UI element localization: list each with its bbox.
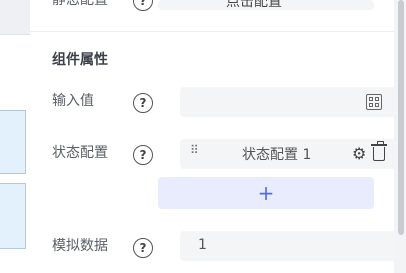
input-value-row: 输入值 ? [52,87,396,117]
state-config-row: 状态配置 ? ⠿ 状态配置 1 ⚙ [52,139,396,169]
mock-data-value: 1 [198,237,207,253]
static-config-label: 静态配置 [52,0,108,8]
state-config-item[interactable]: ⠿ 状态配置 1 ⚙ [180,139,396,169]
input-value-label: 输入值 [52,93,94,109]
canvas-component-block[interactable] [0,110,26,174]
canvas-component-block[interactable] [0,183,26,249]
drag-handle-icon[interactable]: ⠿ [190,144,200,156]
trash-icon[interactable] [371,141,387,161]
static-config-value: 点击配置 [226,0,282,10]
state-config-item-label: 状态配置 1 [242,147,312,163]
property-panel: 静态配置 ? 点击配置 组件属性 输入值 ? 状态配置 ? ⠿ 状态配置 1 ⚙… [30,0,396,273]
static-config-field[interactable]: 点击配置 [158,0,374,10]
input-value-field[interactable] [180,87,396,117]
state-config-label: 状态配置 [52,145,108,161]
mock-data-label: 模拟数据 [52,238,108,254]
scrollbar-thumb[interactable] [398,0,404,235]
mock-data-row: 模拟数据 ? 1 [52,231,396,261]
gear-icon[interactable]: ⚙ [352,144,366,164]
question-circle-icon[interactable]: ? [133,0,153,11]
question-circle-icon[interactable]: ? [133,238,153,258]
add-state-button[interactable]: + [158,177,374,209]
section-title: 组件属性 [52,52,108,68]
mock-data-field[interactable]: 1 [180,231,396,261]
grid-icon[interactable] [366,94,382,110]
question-circle-icon[interactable]: ? [133,145,153,165]
divider [30,31,394,32]
question-circle-icon[interactable]: ? [133,93,153,113]
